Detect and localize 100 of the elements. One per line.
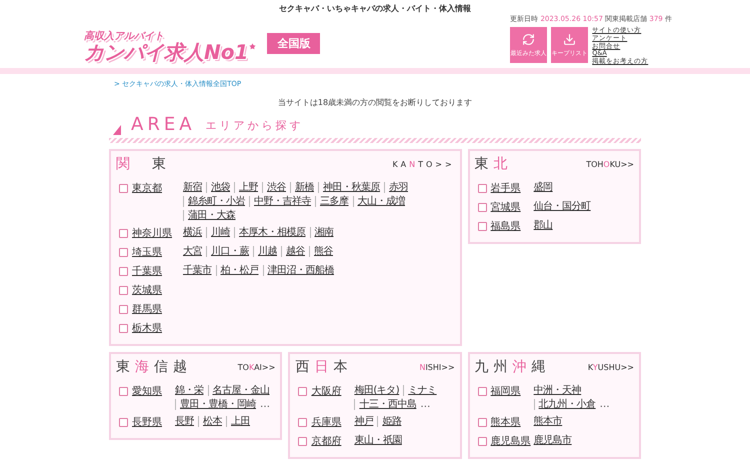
city-link[interactable]: 熊谷 [309,246,337,257]
city-link[interactable]: 北九州・小倉 [534,399,600,410]
checkbox[interactable] [119,266,128,276]
checkbox[interactable] [119,304,128,314]
checkbox[interactable] [298,386,308,396]
checkbox[interactable] [119,418,128,426]
city-link[interactable]: 越谷 [281,246,309,257]
prefecture-link[interactable]: 兵庫県 [311,415,342,429]
prefecture-link[interactable]: 長野県 [132,415,162,429]
prefecture-link[interactable]: 京都府 [311,434,342,448]
city-link[interactable]: 神戸 [354,416,378,427]
city-link[interactable]: 熊本市 [534,416,566,427]
prefecture-link[interactable]: 愛知県 [132,384,162,398]
city-link[interactable]: 東山・祇園 [354,435,406,446]
prefecture-link[interactable]: 神奈川県 [132,226,172,240]
checkbox[interactable] [478,202,487,212]
city-link[interactable]: 柏・松戸 [216,265,262,276]
city-link[interactable]: 錦・栄 [175,385,208,396]
checkbox[interactable] [119,286,128,294]
checkbox[interactable] [298,436,308,446]
prefecture-link[interactable]: 埼玉県 [132,245,162,259]
more-ellipsis: … [600,399,610,410]
city-link[interactable]: 大宮 [183,246,206,257]
prefecture-link[interactable]: 熊本県 [490,415,521,429]
city-link[interactable]: 鹿児島市 [534,435,576,446]
city-link[interactable]: 上野 [234,182,262,193]
region-link[interactable]: KA N TO>> [392,160,455,168]
prefecture-link[interactable]: 群馬県 [132,302,162,316]
city-link[interactable]: 梅田(キタ) [354,385,404,396]
checkbox[interactable] [478,386,487,396]
region-title-char: 日 [314,358,328,376]
checkbox[interactable] [119,228,128,238]
region-title-char: 東 [152,155,166,173]
city-link[interactable]: 横浜 [183,227,206,238]
checkbox[interactable] [119,248,128,256]
prefecture-link[interactable]: 千葉県 [132,264,162,278]
prefecture-link[interactable]: 大阪府 [311,384,342,398]
prefecture-link[interactable]: 鹿児島県 [490,434,531,448]
city-link[interactable]: 神田・秋葉原 [318,182,384,193]
city-link[interactable]: 盛岡 [534,182,557,193]
region-title-char: 縄 [532,358,546,376]
more-ellipsis: … [420,399,430,410]
prefecture-link[interactable]: 茨城県 [132,283,162,297]
prefecture-link[interactable]: 栃木県 [132,321,162,335]
city-link[interactable]: 川口・蕨 [206,246,253,257]
city-link[interactable]: 中洲・天神 [534,385,586,396]
star-icon [248,42,258,51]
city-link[interactable]: 本厚木・相模原 [234,227,310,238]
prefecture-link[interactable]: 宮城県 [490,200,521,214]
city-link[interactable]: 渋谷 [262,182,290,193]
region-title-char: 州 [494,358,508,376]
checkbox[interactable] [119,386,128,396]
prefecture-link[interactable]: 福島県 [490,219,521,233]
region-link[interactable]: TOHOKU>> [586,160,634,168]
region-link[interactable]: TOKAI>> [238,362,276,372]
checkbox[interactable] [478,418,487,426]
edition-badge: 全国版 [267,33,320,54]
region-link[interactable]: NISHI>> [419,362,455,372]
city-link[interactable]: 池袋 [206,182,234,193]
city-link[interactable]: 仙台・国分町 [534,201,595,212]
city-link[interactable]: 三多摩 [315,196,352,207]
city-link[interactable]: 錦糸町・小岩 [183,196,249,207]
city-link[interactable]: 川崎 [206,227,234,238]
prefecture-link[interactable]: 岩手県 [490,181,521,195]
checkbox[interactable] [119,184,128,192]
region-link[interactable]: KYUSHU>> [588,362,634,372]
region-title-char: 西 [295,358,310,376]
checkbox[interactable] [478,222,487,230]
city-link[interactable]: 長野 [175,416,198,427]
checkbox[interactable] [119,324,128,332]
region-title-char: 信 [154,358,168,376]
city-link[interactable]: 蒲田・大森 [183,210,240,221]
city-link[interactable]: 新橋 [290,182,318,193]
region-title-char: 沖 [512,358,527,376]
city-link[interactable]: ミナミ [403,385,441,396]
area-title: AREA [131,114,196,135]
city-link[interactable]: 十三・西中島 [354,399,420,410]
city-link[interactable]: 津田沼・西船橋 [262,265,338,276]
region-title-char: 本 [333,358,348,376]
city-link[interactable]: 名古屋・金山 [208,385,274,396]
city-link[interactable]: 湘南 [310,227,338,238]
city-link[interactable]: 大山・成増 [352,196,409,207]
city-link[interactable]: 新宿 [183,182,206,193]
checkbox[interactable] [298,418,308,426]
prefecture-link[interactable]: 東京都 [132,181,162,195]
city-link[interactable]: 姫路 [377,416,406,427]
city-link[interactable]: 松本 [198,416,226,427]
checkbox[interactable] [478,436,487,446]
city-link[interactable]: 郡山 [534,220,557,231]
city-link[interactable]: 中野・吉祥寺 [249,196,315,207]
area-subtitle: エリアから探す [206,118,304,134]
city-link[interactable]: 千葉市 [183,265,216,276]
site-tagline: セクキャバ・いちゃキャバの求人・バイト・体入情報 [278,3,472,14]
city-link[interactable]: 上田 [226,416,254,427]
checkbox[interactable] [478,184,487,192]
age-notice: 当サイトは18歳未満の方の閲覧をお断りしております [276,97,474,109]
city-link[interactable]: 川越 [253,246,281,257]
city-link[interactable]: 豊田・豊橋・岡崎 [175,399,260,410]
prefecture-link[interactable]: 福岡県 [490,384,521,398]
city-link[interactable]: 赤羽 [384,182,412,193]
